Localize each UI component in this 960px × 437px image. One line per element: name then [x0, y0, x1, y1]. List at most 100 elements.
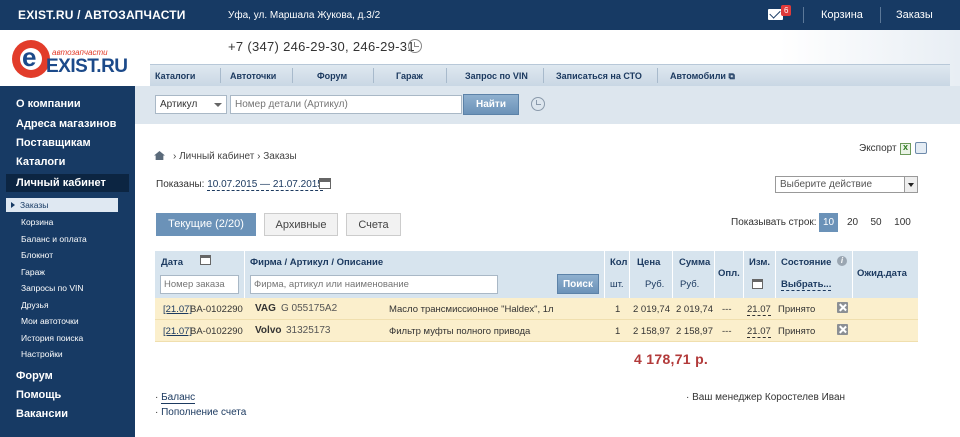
- tab-archive[interactable]: Архивные: [264, 213, 338, 236]
- sidebar-sub-notebook[interactable]: Блокнот: [21, 250, 53, 260]
- col-qty-unit: шт.: [610, 279, 624, 290]
- nav-service-booking[interactable]: Записаться на СТО: [556, 71, 642, 81]
- col-price-unit: Руб.: [645, 279, 665, 290]
- sidebar-sub-vin[interactable]: Запросы по VIN: [21, 283, 84, 293]
- sidebar-sub-settings[interactable]: Настройки: [21, 349, 63, 359]
- divider: [604, 251, 605, 298]
- tab-bills[interactable]: Счета: [346, 213, 401, 236]
- col-paid: Опл.: [718, 268, 740, 279]
- main-nav: Каталоги Автоточки Форум Гараж Запрос по…: [150, 64, 950, 86]
- divider: [292, 68, 293, 83]
- sidebar-item-catalogs[interactable]: Каталоги: [16, 156, 65, 168]
- nav-cars[interactable]: Автомобили ⧉: [670, 71, 735, 82]
- shown-range: Показаны: 10.07.2015 — 21.07.2015: [156, 179, 323, 191]
- manager-row: · Ваш менеджер Коростелев Иван: [686, 392, 845, 403]
- breadcrumb-cabinet[interactable]: Личный кабинет: [179, 151, 254, 162]
- print-export-icon[interactable]: [915, 142, 927, 154]
- divider: [373, 68, 374, 83]
- search-mode-select[interactable]: Артикул: [155, 95, 227, 114]
- sidebar-item-forum[interactable]: Форум: [16, 370, 53, 382]
- cart-link[interactable]: Корзина: [821, 9, 863, 21]
- state-filter-link[interactable]: Выбрать...: [781, 279, 832, 291]
- search-bar: Артикул Найти: [135, 86, 960, 124]
- top-bar: EXIST.RU / АВТОЗАПЧАСТИ Уфа, ул. Маршала…: [0, 0, 960, 30]
- firm-article-input[interactable]: [250, 275, 498, 294]
- mail-count-badge: 6: [781, 5, 792, 16]
- home-icon[interactable]: [154, 151, 165, 160]
- order-total: 4 178,71 р.: [634, 351, 709, 367]
- row-paid: ---: [722, 326, 732, 337]
- sidebar-item-help[interactable]: Помощь: [16, 389, 61, 401]
- tab-current[interactable]: Текущие (2/20): [156, 213, 256, 236]
- row-article[interactable]: G 055175A2: [281, 303, 337, 314]
- row-price: 2 019,74: [633, 304, 670, 315]
- sidebar-item-label: Личный кабинет: [16, 177, 106, 189]
- info-icon[interactable]: i: [837, 256, 847, 266]
- sidebar-sub-friends[interactable]: Друзья: [21, 300, 49, 310]
- search-mode-value: Артикул: [160, 99, 198, 110]
- col-firm[interactable]: Фирма / Артикул / Описание: [250, 257, 383, 268]
- rows-option-10[interactable]: 10: [819, 213, 838, 232]
- calendar-icon[interactable]: [200, 255, 211, 265]
- sidebar-sub-balance[interactable]: Баланс и оплата: [21, 234, 87, 244]
- manager-name[interactable]: Ваш менеджер Коростелев Иван: [692, 392, 845, 403]
- nav-vin-request[interactable]: Запрос по VIN: [465, 71, 528, 81]
- nav-forum[interactable]: Форум: [317, 71, 347, 81]
- breadcrumb-sep: ›: [254, 151, 264, 162]
- nav-garage[interactable]: Гараж: [396, 71, 423, 81]
- excel-export-icon[interactable]: [900, 142, 911, 155]
- divider: [446, 68, 447, 83]
- sidebar-item-suppliers[interactable]: Поставщикам: [16, 137, 91, 149]
- orders-link[interactable]: Заказы: [896, 9, 933, 21]
- row-sum: 2 158,97: [676, 326, 713, 337]
- row-order-number: BA-0102290: [190, 304, 243, 315]
- sidebar-sub-garage[interactable]: Гараж: [21, 267, 45, 277]
- balance-link[interactable]: Баланс: [161, 392, 196, 404]
- col-date[interactable]: Дата: [161, 257, 183, 268]
- calendar-icon[interactable]: [752, 279, 763, 289]
- delete-icon[interactable]: [837, 302, 848, 313]
- topup-link[interactable]: Пополнение счета: [161, 407, 246, 418]
- sidebar-item-stores[interactable]: Адреса магазинов: [16, 118, 116, 130]
- delete-icon[interactable]: [837, 324, 848, 335]
- balance-link-row: · Баланс: [155, 392, 196, 404]
- sidebar-sub-cart[interactable]: Корзина: [21, 217, 53, 227]
- divider: [629, 251, 630, 298]
- sidebar-item-cabinet[interactable]: Личный кабинет: [6, 174, 129, 192]
- date-range-link[interactable]: 10.07.2015 — 21.07.2015: [207, 179, 323, 191]
- sidebar-sub-history[interactable]: История поиска: [21, 333, 83, 343]
- row-article[interactable]: 31325173: [286, 325, 331, 336]
- nav-catalogs[interactable]: Каталоги: [155, 71, 195, 81]
- site-title[interactable]: EXIST.RU / АВТОЗАПЧАСТИ: [18, 8, 186, 22]
- site-logo[interactable]: автозапчасти EXIST.RU: [12, 38, 132, 80]
- row-changed-date[interactable]: 21.07: [747, 304, 771, 316]
- row-date[interactable]: [21.07]: [163, 304, 192, 315]
- clock-icon[interactable]: [408, 39, 422, 53]
- divider: [743, 251, 744, 298]
- rows-option-100[interactable]: 100: [890, 213, 915, 232]
- calendar-icon[interactable]: [319, 178, 331, 189]
- row-changed-date[interactable]: 21.07: [747, 326, 771, 338]
- order-number-input[interactable]: [160, 275, 239, 294]
- sidebar-sub-autopoints[interactable]: Мои автоточки: [21, 316, 79, 326]
- search-history-icon[interactable]: [531, 97, 545, 111]
- chevron-down-icon: [904, 177, 917, 192]
- row-date[interactable]: [21.07]: [163, 326, 192, 337]
- col-sum: Сумма: [679, 257, 711, 268]
- sidebar-item-about[interactable]: О компании: [16, 98, 81, 110]
- rows-option-50[interactable]: 50: [866, 213, 886, 232]
- row-qty: 1: [615, 326, 621, 337]
- action-select[interactable]: Выберите действие: [775, 176, 918, 193]
- row-qty: 1: [615, 304, 621, 315]
- rows-option-20[interactable]: 20: [843, 213, 862, 232]
- breadcrumb: › Личный кабинет › Заказы: [154, 150, 297, 162]
- part-number-input[interactable]: [230, 95, 462, 114]
- table-search-button[interactable]: Поиск: [557, 274, 599, 294]
- nav-autopoints[interactable]: Автоточки: [230, 71, 276, 81]
- sidebar-item-jobs[interactable]: Вакансии: [16, 408, 68, 420]
- sidebar-sub-orders[interactable]: Заказы: [6, 198, 118, 212]
- find-button[interactable]: Найти: [463, 94, 519, 115]
- row-brand: VAG: [255, 303, 276, 314]
- row-state: Принято: [778, 326, 816, 337]
- breadcrumb-orders: Заказы: [263, 151, 297, 162]
